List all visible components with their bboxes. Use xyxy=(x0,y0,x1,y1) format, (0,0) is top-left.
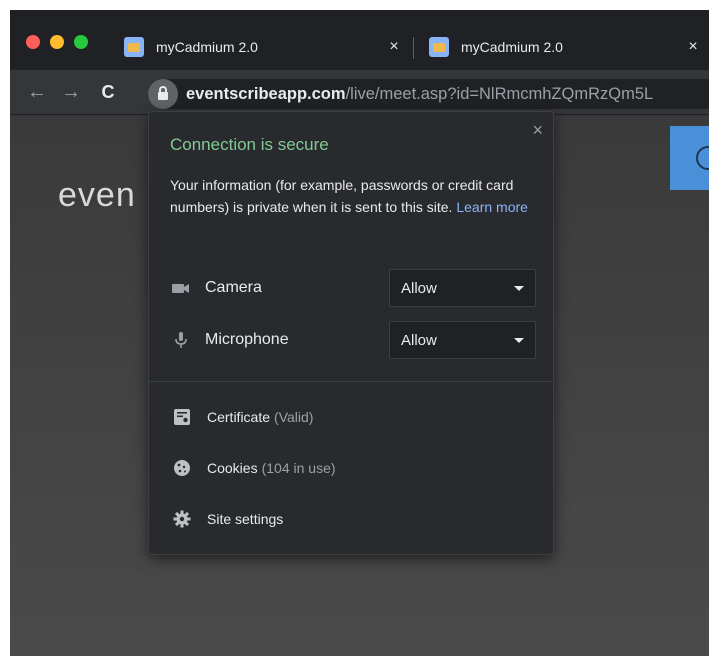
url-text[interactable]: eventscribeapp.com/live/meet.asp?id=NlRm… xyxy=(186,85,653,104)
certificate-label: Certificate xyxy=(207,409,271,425)
tab-mycadmium-active[interactable]: myCadmium 2.0 × xyxy=(110,32,410,62)
site-info-button[interactable] xyxy=(148,79,178,109)
learn-more-link[interactable]: Learn more xyxy=(456,199,528,215)
tab-title: myCadmium 2.0 xyxy=(461,39,563,55)
select-value: Allow xyxy=(401,279,437,297)
cookies-count: (104 in use) xyxy=(261,460,336,476)
site-info-popup: × Connection is secure Your information … xyxy=(148,111,554,555)
permission-row-microphone: Microphone Allow xyxy=(149,321,555,359)
microphone-icon xyxy=(175,332,187,348)
back-icon[interactable]: ← xyxy=(25,80,49,104)
microphone-permission-select[interactable]: Allow xyxy=(389,321,536,359)
cookies-link[interactable]: Cookies (104 in use) xyxy=(149,455,555,481)
reload-icon[interactable]: C xyxy=(96,80,120,104)
tab-mycadmium-inactive[interactable]: myCadmium 2.0 × xyxy=(415,32,709,62)
connection-description: Your information (for example, passwords… xyxy=(170,174,540,218)
gear-icon xyxy=(173,510,191,528)
maximize-window-button[interactable] xyxy=(74,35,88,49)
browser-window: myCadmium 2.0 × myCadmium 2.0 × ← → C ev… xyxy=(10,10,709,656)
forward-icon[interactable]: → xyxy=(59,80,83,104)
cookie-icon xyxy=(174,460,190,476)
browser-toolbar: ← → C eventscribeapp.com/live/meet.asp?i… xyxy=(10,70,709,115)
camera-icon xyxy=(172,284,189,293)
close-icon[interactable]: × xyxy=(532,120,543,141)
minimize-window-button[interactable] xyxy=(50,35,64,49)
link-label: Certificate (Valid) xyxy=(207,409,313,425)
permission-label: Microphone xyxy=(205,331,289,348)
page-widget[interactable] xyxy=(670,126,709,190)
site-logo: even xyxy=(58,176,136,214)
tab-close-icon[interactable]: × xyxy=(683,38,703,56)
permission-label: Camera xyxy=(205,279,262,296)
certificate-icon xyxy=(174,409,190,425)
chevron-down-icon xyxy=(514,285,524,291)
url-host: eventscribeapp.com xyxy=(186,84,346,103)
tab-close-icon[interactable]: × xyxy=(384,38,404,56)
camera-permission-select[interactable]: Allow xyxy=(389,269,536,307)
tab-strip: myCadmium 2.0 × myCadmium 2.0 × xyxy=(10,10,709,70)
favicon-icon xyxy=(429,37,449,57)
site-settings-label: Site settings xyxy=(207,511,284,527)
certificate-status: (Valid) xyxy=(274,409,314,425)
close-window-button[interactable] xyxy=(26,35,40,49)
address-bar[interactable]: eventscribeapp.com/live/meet.asp?id=NlRm… xyxy=(148,79,709,109)
connection-status-title: Connection is secure xyxy=(170,135,329,154)
tab-title: myCadmium 2.0 xyxy=(156,39,258,55)
divider xyxy=(149,381,553,382)
tab-separator xyxy=(413,37,414,59)
permission-row-camera: Camera Allow xyxy=(149,269,555,307)
url-path: /live/meet.asp?id=NlRmcmhZQmRzQm5L xyxy=(345,84,654,103)
site-settings-link[interactable]: Site settings xyxy=(149,506,555,532)
select-value: Allow xyxy=(401,331,437,349)
certificate-link[interactable]: Certificate (Valid) xyxy=(149,404,555,430)
cookies-label: Cookies xyxy=(207,460,258,476)
chevron-down-icon xyxy=(514,337,524,343)
favicon-icon xyxy=(124,37,144,57)
lock-icon xyxy=(158,86,168,100)
link-label: Cookies (104 in use) xyxy=(207,460,336,476)
